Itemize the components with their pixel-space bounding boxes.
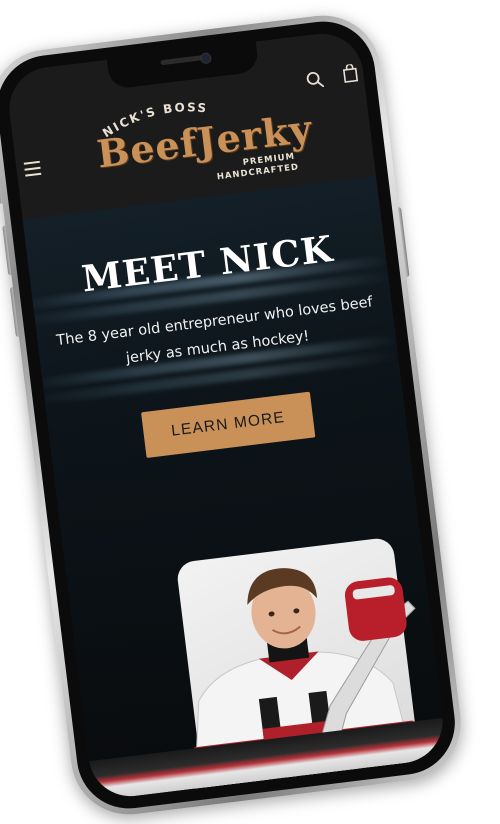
search-icon[interactable] (305, 70, 325, 90)
speaker-grille (160, 55, 205, 66)
front-camera-icon (199, 52, 213, 65)
brand-logo[interactable]: NICK'S BOSS BeefJerky PREMIUM HANDCRAFTE… (85, 86, 315, 198)
phone-mockup-scene: NICK'S BOSS BeefJerky PREMIUM HANDCRAFTE… (0, 0, 500, 824)
hero-banner: MEET NICK The 8 year old entrepreneur wh… (12, 175, 448, 801)
phone-mockup: NICK'S BOSS BeefJerky PREMIUM HANDCRAFTE… (0, 8, 468, 822)
hamburger-menu-icon[interactable] (23, 160, 42, 177)
cart-icon[interactable] (342, 63, 359, 84)
learn-more-button[interactable]: LEARN MORE (141, 391, 316, 458)
